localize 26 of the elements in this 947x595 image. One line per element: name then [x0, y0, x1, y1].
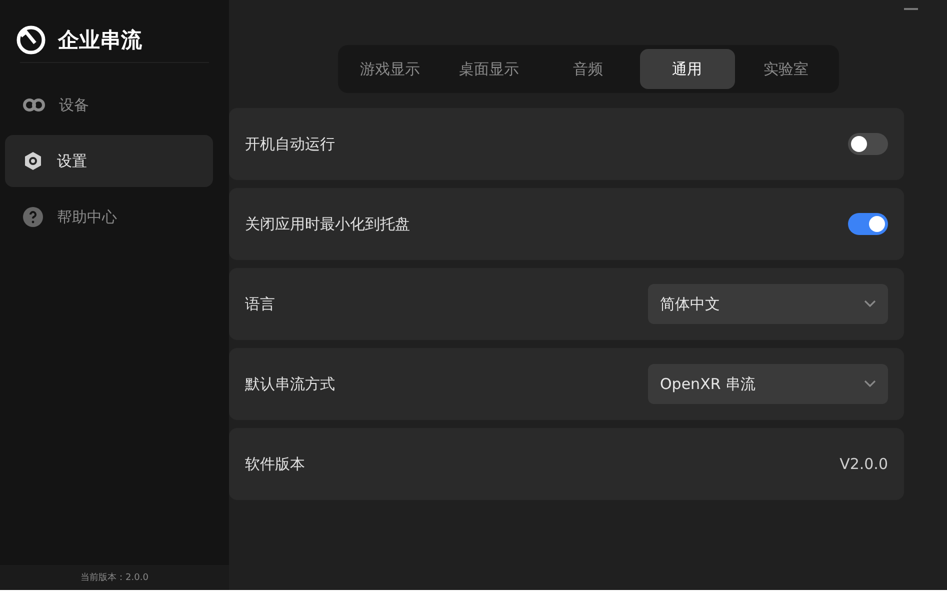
setting-label: 软件版本	[245, 454, 305, 474]
chevron-down-icon	[864, 380, 876, 388]
sidebar-item[interactable]: 设备	[5, 79, 213, 131]
toggle-switch[interactable]	[848, 133, 888, 155]
help-icon	[23, 207, 43, 227]
tab[interactable]: 实验室	[738, 49, 834, 89]
toggle-switch[interactable]	[848, 213, 888, 235]
tab[interactable]: 音频	[540, 49, 636, 89]
setting-label: 默认串流方式	[245, 374, 335, 394]
sidebar-item[interactable]: 设置	[5, 135, 213, 187]
tab[interactable]: 通用	[640, 49, 734, 89]
setting-label: 语言	[245, 294, 275, 314]
dropdown[interactable]: 简体中文	[648, 284, 888, 324]
version-label: 当前版本：2.0.0	[0, 565, 229, 590]
setting-label: 开机自动运行	[245, 134, 335, 154]
tab[interactable]: 桌面显示	[442, 49, 536, 89]
tab[interactable]: 游戏显示	[342, 49, 438, 89]
dropdown[interactable]: OpenXR 串流	[648, 364, 888, 404]
settings-icon	[23, 151, 43, 171]
app-title: 企业串流	[58, 27, 142, 54]
goggles-icon	[23, 98, 45, 112]
chevron-down-icon	[864, 300, 876, 308]
setting-label: 关闭应用时最小化到托盘	[245, 214, 410, 234]
logo-icon	[16, 25, 46, 55]
sidebar-item[interactable]: 帮助中心	[5, 191, 213, 243]
version-value: V2.0.0	[840, 455, 888, 473]
